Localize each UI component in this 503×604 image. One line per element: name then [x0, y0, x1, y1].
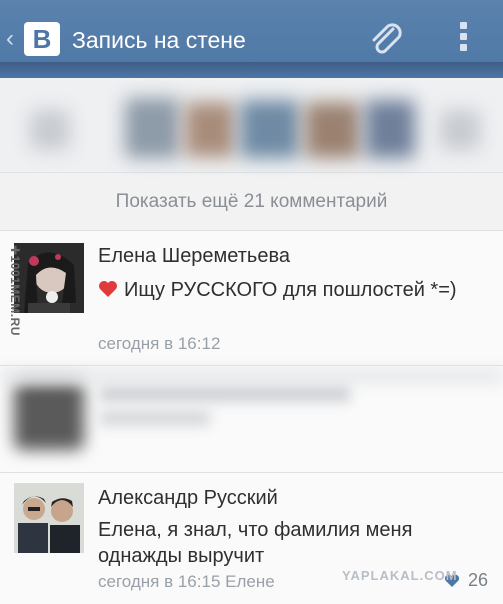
like-count: 26: [468, 570, 489, 590]
comment-text: Елена, я знал, что фамилия меня однажды …: [98, 519, 413, 567]
watermark-right: YAPLAKAL.COM: [342, 568, 458, 583]
avatar[interactable]: [14, 483, 84, 553]
heart-icon: [99, 281, 117, 297]
comment-author[interactable]: Александр Русский: [98, 485, 278, 511]
blurred-attachment-strip: [0, 80, 503, 173]
show-more-comments[interactable]: Показать ещё 21 комментарий: [0, 178, 503, 226]
blurred-avatar: [14, 380, 84, 450]
blurred-comment: [0, 366, 503, 472]
comment-author[interactable]: Елена Шереметьева: [98, 243, 290, 269]
vk-logo[interactable]: B: [24, 22, 60, 56]
comment-time: сегодня в 16:15 Елене: [98, 572, 275, 591]
top-bar-shadow: [0, 62, 503, 78]
blurred-band: [0, 366, 503, 386]
comment-time: сегодня в 16:12: [98, 334, 221, 353]
comment-text-content: Ищу РУССКОГО для пошлостей *=): [124, 279, 457, 301]
comment-text: Ищу РУССКОГО для пошлостей *=): [98, 277, 488, 303]
avatar[interactable]: [14, 243, 84, 313]
watermark-left: ✚1001MEM.RU: [8, 245, 22, 336]
blurred-line: [100, 410, 210, 426]
comment-item[interactable]: Александр Русский Елена, я знал, что фам…: [0, 473, 503, 604]
comment-item[interactable]: Елена Шереметьева Ищу РУССКОГО для пошло…: [0, 231, 503, 365]
paperclip-icon[interactable]: [366, 20, 406, 60]
overflow-menu-icon[interactable]: [456, 22, 470, 58]
page-title: Запись на стене: [72, 27, 246, 53]
back-icon[interactable]: ‹: [6, 24, 14, 54]
blurred-line: [100, 384, 350, 402]
